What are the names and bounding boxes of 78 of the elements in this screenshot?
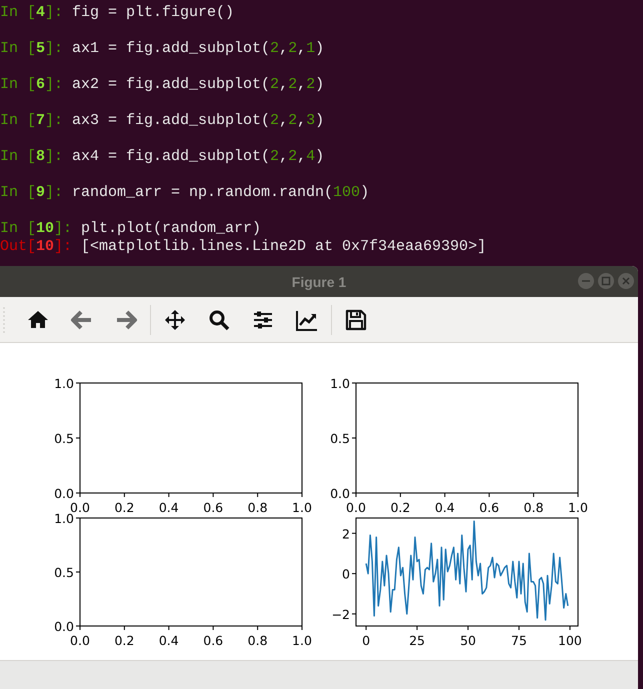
x-tick-label: 0.4: [158, 633, 179, 648]
x-tick-label: 0.4: [158, 500, 179, 515]
code-line: ax4 = fig.add_subplot(2,2,4): [72, 148, 324, 166]
code-line: ax3 = fig.add_subplot(2,2,3): [72, 112, 324, 130]
input-prompt: In [4]:: [0, 4, 64, 22]
x-tick: [124, 492, 125, 498]
y-tick-label: 0.5: [54, 565, 74, 580]
x-tick-label: 0.0: [70, 633, 90, 648]
x-tick-label: 0.2: [114, 633, 134, 648]
x-tick: [488, 492, 490, 498]
x-tick: [212, 492, 214, 498]
x-tick: [569, 626, 570, 630]
output-prompt: Out[10]:: [0, 238, 74, 256]
y-tick-label: 0.0: [330, 486, 350, 501]
search-icon: [207, 308, 231, 332]
y-tick-label: 0.0: [54, 486, 74, 501]
left-arrow-icon: [70, 308, 94, 332]
x-tick: [124, 626, 125, 630]
x-tick: [400, 492, 401, 498]
y-tick-label: 2: [342, 526, 350, 542]
x-tick: [533, 492, 534, 498]
y-tick-label: −2: [332, 606, 350, 622]
x-tick-label: 0.6: [203, 500, 224, 515]
code-line: plt.plot(random_arr): [81, 220, 262, 238]
y-tick: [352, 532, 356, 534]
x-tick-label: 0.0: [346, 500, 366, 515]
x-tick-label: 0.8: [248, 500, 268, 515]
right-arrow-icon: [114, 308, 138, 332]
x-tick-label: 50: [460, 633, 476, 648]
y-tick: [352, 573, 356, 574]
x-tick-label: 1.0: [292, 633, 312, 648]
code-line: ax2 = fig.add_subplot(2,2,2): [72, 76, 324, 94]
x-tick: [257, 626, 258, 630]
y-tick: [352, 382, 356, 384]
y-tick: [352, 613, 356, 614]
x-tick: [366, 626, 367, 630]
y-tick-label: 1.0: [54, 376, 74, 391]
x-tick: [468, 626, 469, 630]
input-prompt: In [10]:: [0, 220, 74, 238]
y-tick-label: 0.0: [54, 619, 74, 634]
x-tick: [257, 492, 258, 498]
y-tick: [352, 492, 356, 494]
x-tick-label: 1.0: [292, 500, 312, 515]
input-prompt: In [9]:: [0, 184, 64, 202]
x-tick: [212, 626, 214, 630]
x-tick-label: 0.8: [248, 633, 268, 648]
x-tick-label: 75: [511, 633, 527, 648]
x-tick-label: 25: [409, 633, 425, 648]
x-tick-label: 0.8: [524, 500, 544, 515]
x-tick: [168, 626, 170, 630]
y-tick-label: 0: [342, 566, 350, 582]
x-tick-label: 0: [362, 633, 370, 648]
y-tick-label: 0.5: [54, 431, 74, 446]
x-tick-label: 100: [558, 633, 582, 648]
window-title: Figure 1: [292, 274, 346, 290]
y-tick: [76, 382, 80, 384]
x-tick-label: 0.6: [479, 500, 500, 515]
input-prompt: In [7]:: [0, 112, 64, 130]
code-line: random_arr = np.random.randn(100): [72, 184, 370, 202]
y-tick-label: 1.0: [330, 376, 350, 391]
x-tick: [416, 626, 418, 630]
input-prompt: In [6]:: [0, 76, 64, 94]
x-tick: [168, 492, 170, 498]
output-text: [<matplotlib.lines.Line2D at 0x7f34eaa69390>]: [81, 238, 486, 256]
x-tick-label: 0.4: [434, 500, 455, 515]
x-tick-label: 0.6: [203, 633, 224, 648]
x-tick-label: 1.0: [568, 500, 588, 515]
code-line: ax1 = fig.add_subplot(2,2,1): [72, 40, 324, 58]
x-tick-label: 0.2: [114, 500, 134, 515]
y-tick-label: 0.5: [330, 431, 350, 446]
x-tick: [518, 626, 520, 630]
code-line: fig = plt.figure(): [72, 4, 234, 22]
y-tick: [76, 492, 80, 494]
move-icon: [163, 308, 187, 332]
x-tick-label: 0.2: [390, 500, 410, 515]
input-prompt: In [5]:: [0, 40, 64, 58]
input-prompt: In [8]:: [0, 148, 64, 166]
x-tick: [444, 492, 446, 498]
